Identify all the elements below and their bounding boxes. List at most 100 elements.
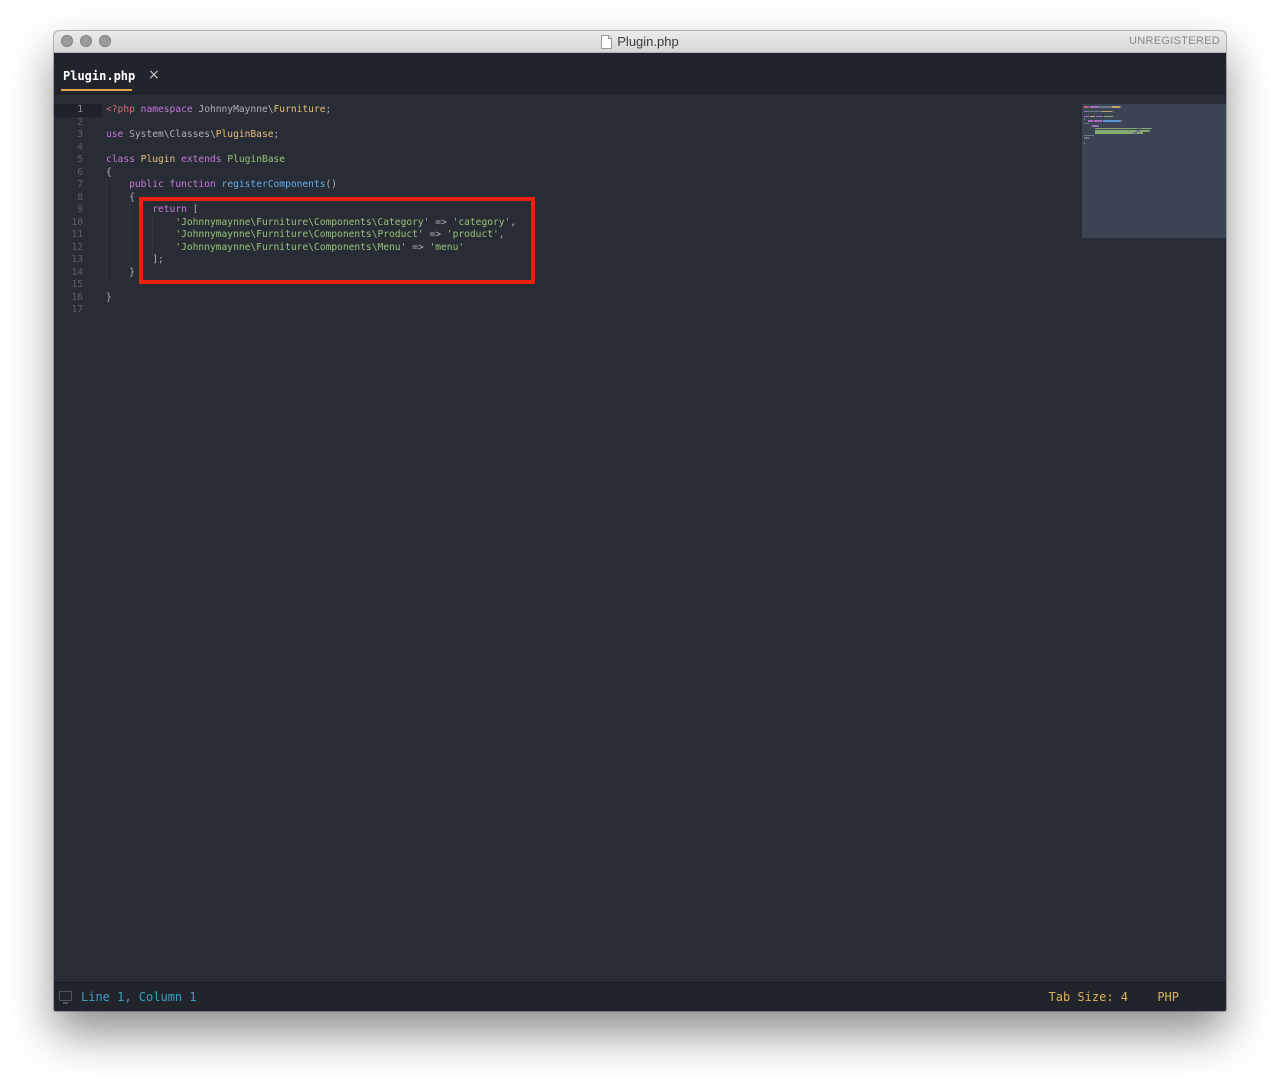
minimap-stroke bbox=[1137, 132, 1143, 134]
line-number: 12 bbox=[71, 241, 83, 253]
status-bar: Line 1, Column 1 Tab Size: 4 PHP bbox=[54, 982, 1226, 1011]
code-token: } bbox=[106, 266, 135, 278]
code-token: <?php bbox=[106, 104, 135, 115]
line-number: 7 bbox=[77, 179, 83, 190]
editor-window: Plugin.php UNREGISTERED Plugin.php × 1 <?… bbox=[54, 31, 1226, 1011]
line-number: 10 bbox=[71, 216, 83, 228]
line-number: 17 bbox=[71, 304, 83, 315]
code-token: JohnnyMaynne\ bbox=[192, 104, 274, 115]
minimap-stroke bbox=[1084, 137, 1089, 139]
line-text: <?php namespace JohnnyMaynne\Furniture; bbox=[106, 104, 331, 117]
minimap-stroke bbox=[1084, 115, 1089, 118]
line-number: 3 bbox=[77, 129, 83, 140]
minimap-stroke bbox=[1098, 106, 1112, 108]
tab-bar: Plugin.php × bbox=[54, 53, 1226, 95]
code-line[interactable]: 1 <?php namespace JohnnyMaynne\Furniture; bbox=[54, 104, 516, 117]
line-number: 2 bbox=[77, 116, 83, 128]
code-token: System\Classes\ bbox=[123, 129, 216, 140]
code-line[interactable]: 6{ bbox=[54, 167, 516, 180]
minimap-stroke bbox=[1140, 130, 1149, 132]
code-token: () bbox=[325, 179, 338, 190]
code-line[interactable]: 4 bbox=[54, 142, 516, 155]
code-token: PluginBase bbox=[215, 129, 274, 140]
code-token: use bbox=[106, 129, 124, 140]
code-token: namespace bbox=[140, 104, 193, 115]
minimap-stroke bbox=[1150, 127, 1152, 130]
code-token: Furniture bbox=[273, 104, 326, 115]
minimap-stroke bbox=[1084, 106, 1089, 108]
code-token: function bbox=[169, 179, 216, 190]
line-number: 16 bbox=[71, 291, 83, 303]
minimap-stroke bbox=[1111, 106, 1121, 108]
code-token: { bbox=[106, 166, 112, 178]
minimap-stroke bbox=[1103, 115, 1114, 118]
highlight-annotation-box bbox=[139, 197, 535, 284]
window-title-text: Plugin.php bbox=[617, 34, 679, 49]
line-number: 11 bbox=[71, 229, 83, 240]
minimap-stroke bbox=[1086, 110, 1103, 113]
minimap-stroke bbox=[1087, 120, 1094, 122]
line-number: 9 bbox=[77, 204, 83, 215]
line-number: 8 bbox=[77, 191, 83, 203]
minimap-stroke bbox=[1095, 127, 1138, 130]
minimap-stroke bbox=[1148, 130, 1150, 132]
code-token: } bbox=[106, 291, 112, 303]
code-editor[interactable]: 1 <?php namespace JohnnyMaynne\Furniture;… bbox=[54, 95, 1226, 983]
minimap[interactable] bbox=[1082, 104, 1226, 238]
minimap-stroke bbox=[1102, 110, 1112, 113]
code-line[interactable]: 2 bbox=[54, 117, 516, 130]
file-icon bbox=[601, 34, 613, 49]
line-number: 14 bbox=[71, 266, 83, 278]
console-icon[interactable] bbox=[59, 991, 72, 1004]
registration-label: UNREGISTERED bbox=[1129, 35, 1220, 47]
code-line[interactable]: 3 use System\Classes\PluginBase; bbox=[54, 129, 516, 142]
line-text: use System\Classes\PluginBase; bbox=[106, 129, 279, 142]
line-text: { bbox=[106, 192, 135, 205]
window-title: Plugin.php bbox=[54, 31, 1226, 52]
code-token: class bbox=[106, 154, 135, 165]
minimap-stroke bbox=[1084, 122, 1089, 125]
line-text: class Plugin extends PluginBase bbox=[106, 154, 285, 167]
line-text: } bbox=[106, 292, 112, 305]
minimap-stroke bbox=[1096, 115, 1103, 118]
code-line[interactable]: 17 bbox=[54, 304, 516, 317]
code-token: ; bbox=[273, 129, 280, 140]
line-text: } bbox=[106, 267, 135, 280]
minimap-stroke bbox=[1095, 132, 1134, 134]
line-number: 13 bbox=[71, 254, 83, 265]
minimap-stroke bbox=[1084, 142, 1085, 144]
active-tab-indicator bbox=[61, 89, 132, 91]
code-line[interactable]: 16} bbox=[54, 292, 516, 305]
minimap-stroke bbox=[1084, 118, 1085, 120]
minimap-stroke bbox=[1089, 106, 1099, 108]
syntax-selector[interactable]: PHP bbox=[1157, 983, 1179, 1011]
minimap-stroke bbox=[1089, 115, 1096, 118]
line-number: 4 bbox=[77, 141, 83, 153]
minimap-stroke bbox=[1103, 120, 1121, 122]
line-text: public function registerComponents() bbox=[106, 179, 337, 192]
line-number: 6 bbox=[77, 166, 83, 178]
code-line[interactable]: 5 class Plugin extends PluginBase bbox=[54, 154, 516, 167]
code-token: registerComponents bbox=[221, 179, 326, 190]
minimap-stroke bbox=[1094, 120, 1103, 122]
code-line[interactable]: 7 public function registerComponents() bbox=[54, 179, 516, 192]
title-bar[interactable]: Plugin.php UNREGISTERED bbox=[54, 31, 1226, 53]
code-token: PluginBase bbox=[227, 154, 286, 165]
code-token: ; bbox=[325, 104, 332, 115]
minimap-stroke bbox=[1141, 127, 1151, 130]
tab-size[interactable]: Tab Size: 4 bbox=[1049, 983, 1128, 1011]
line-number: 1 bbox=[77, 104, 83, 115]
tab-plugin-php[interactable]: Plugin.php × bbox=[61, 61, 161, 91]
code-token: extends bbox=[181, 154, 222, 165]
code-token: Plugin bbox=[140, 154, 176, 165]
cursor-position[interactable]: Line 1, Column 1 bbox=[81, 983, 197, 1011]
minimap-stroke bbox=[1097, 125, 1100, 127]
line-number: 5 bbox=[77, 154, 83, 165]
line-number: 15 bbox=[71, 279, 83, 290]
minimap-stroke bbox=[1120, 106, 1122, 108]
close-icon[interactable]: × bbox=[148, 68, 160, 82]
code-token: { bbox=[106, 191, 135, 203]
minimap-stroke bbox=[1111, 110, 1113, 113]
tab-label: Plugin.php bbox=[63, 69, 136, 83]
